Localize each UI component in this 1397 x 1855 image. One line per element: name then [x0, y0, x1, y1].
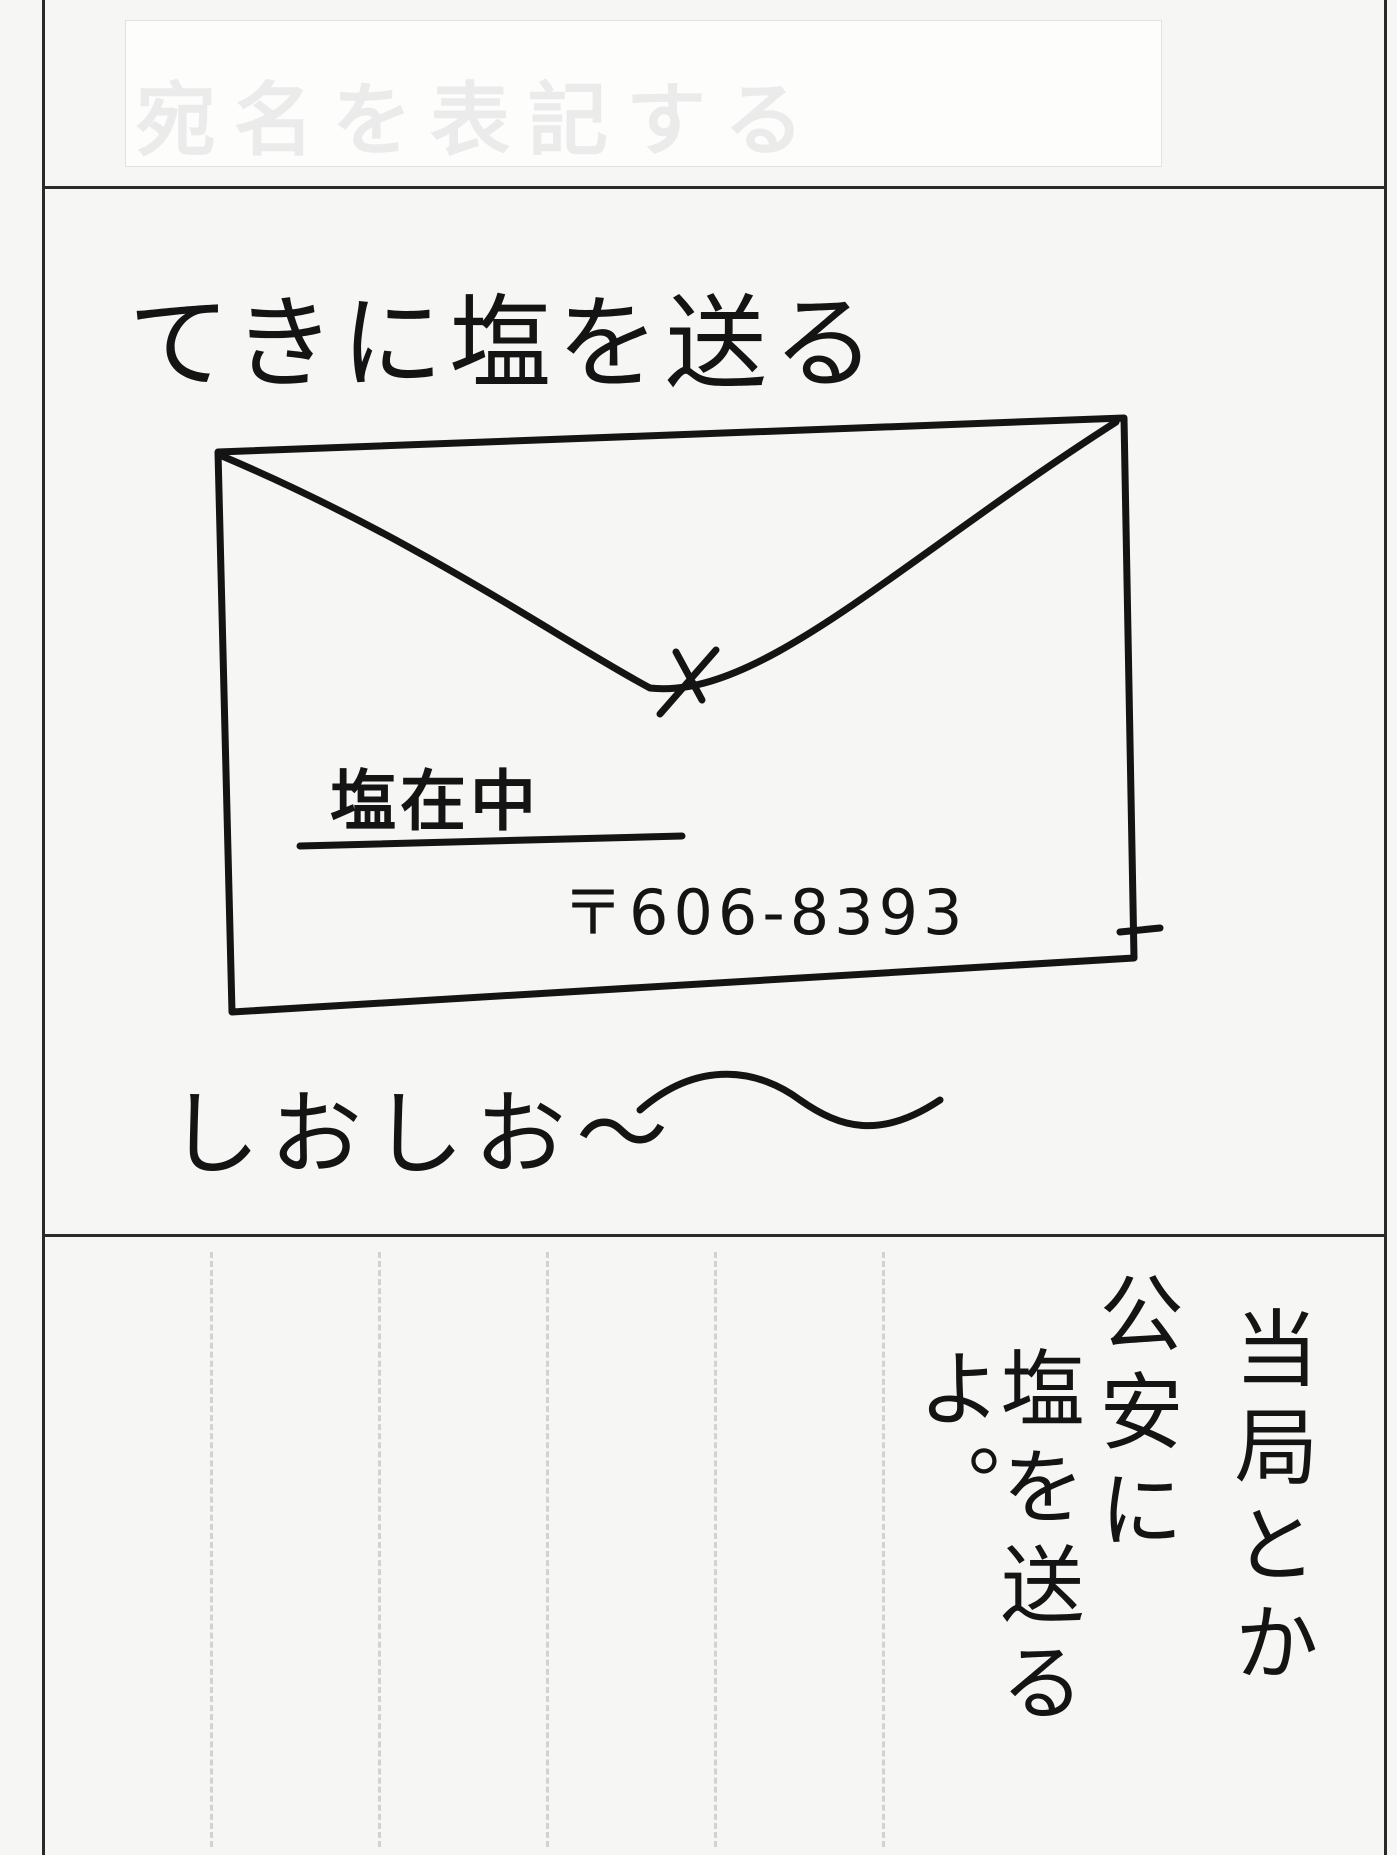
envelope-postal-code: 〒606-8393 [562, 876, 968, 949]
envelope-corner-tick [1116, 924, 1164, 936]
note-column-3: 塩を送るよ。 [903, 1345, 1085, 1737]
guide-line [378, 1252, 381, 1847]
envelope-name: 塩在中 [330, 763, 540, 840]
exclamation-text: しおしお〜 [168, 1081, 679, 1188]
guide-line [546, 1252, 549, 1847]
note-column-1: 当局とか [1221, 1305, 1319, 1697]
notebook-page: 宛名を表記する てきに塩を送る 塩在中 〒606-8393 しおしお〜 当局とか… [0, 0, 1397, 1855]
guide-line [210, 1252, 213, 1847]
envelope-flap [218, 418, 1120, 693]
wave-tilde [636, 1070, 944, 1130]
sketch-heading: てきに塩を送る [128, 285, 881, 404]
guide-line [714, 1252, 717, 1847]
guide-line [882, 1252, 885, 1847]
note-column-2: 公安に [1086, 1270, 1184, 1564]
